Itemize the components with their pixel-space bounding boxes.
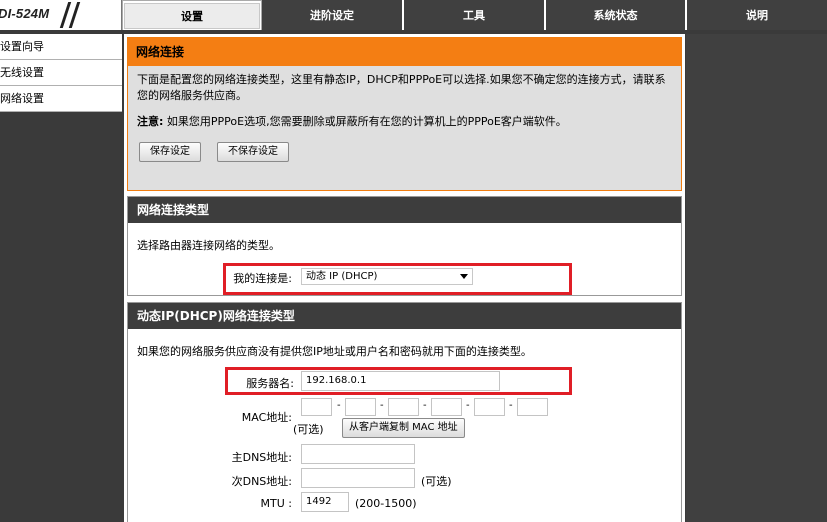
tab-help[interactable]: 说明	[687, 0, 827, 30]
dhcp-title: 动态IP(DHCP)网络连接类型	[128, 303, 681, 329]
save-settings-button[interactable]: 保存设定	[139, 142, 201, 162]
secondary-dns-optional: (可选)	[421, 475, 452, 488]
discard-settings-button[interactable]: 不保存设定	[217, 142, 289, 162]
mac-separator: -	[423, 400, 427, 411]
mtu-label: MTU :	[260, 497, 292, 510]
intro-note-prefix: 注意:	[137, 115, 164, 128]
network-connection-intro: 网络连接 下面是配置您的网络连接类型，这里有静态IP，DHCP和PPPoE可以选…	[127, 37, 682, 191]
mtu-range-hint: (200-1500)	[355, 497, 417, 510]
tab-status[interactable]: 系统状态	[546, 0, 687, 30]
tab-tools[interactable]: 工具	[404, 0, 546, 30]
intro-note: 注意: 如果您用PPPoE选项,您需要删除或屏蔽所有在您的计算机上的PPPoE客…	[128, 104, 681, 130]
secondary-dns-label: 次DNS地址:	[231, 475, 292, 488]
server-name-label: 服务器名:	[246, 377, 294, 390]
sidebar: 设置向导 无线设置 网络设置	[0, 34, 122, 112]
server-name-input[interactable]: 192.168.0.1	[301, 371, 500, 391]
router-admin-page: DI-524M 设置 进阶设定 工具 系统状态 说明 设置向导 无线设置 网络设…	[0, 0, 827, 522]
mac-octet-5[interactable]	[474, 398, 505, 416]
logo-text: DI-524M	[0, 6, 50, 21]
tab-help-label: 说明	[746, 9, 768, 22]
mac-separator: -	[466, 400, 470, 411]
intro-title: 网络连接	[128, 38, 681, 66]
connection-type-select[interactable]: 动态 IP (DHCP)	[301, 268, 473, 285]
mac-separator: -	[380, 400, 384, 411]
logo-slash-mark	[68, 2, 81, 28]
help-column	[686, 34, 827, 522]
tab-advanced-label: 进阶设定	[310, 9, 354, 22]
main-content: 网络连接 下面是配置您的网络连接类型，这里有静态IP，DHCP和PPPoE可以选…	[124, 34, 685, 522]
mac-separator: -	[509, 400, 513, 411]
top-nav-tabs: 设置 进阶设定 工具 系统状态 说明	[122, 0, 827, 30]
tab-setup[interactable]: 设置	[122, 0, 262, 30]
tab-status-label: 系统状态	[593, 9, 638, 22]
mac-octet-4[interactable]	[431, 398, 462, 416]
mac-octet-3[interactable]	[388, 398, 419, 416]
sidebar-item-wireless[interactable]: 无线设置	[0, 60, 122, 86]
tab-setup-label: 设置	[181, 9, 203, 23]
intro-note-text: 如果您用PPPoE选项,您需要删除或屏蔽所有在您的计算机上的PPPoE客户端软件…	[166, 115, 567, 128]
secondary-dns-input[interactable]	[301, 468, 415, 488]
mac-optional-hint: (可选)	[293, 423, 324, 436]
connection-type-selected: 动态 IP (DHCP)	[306, 271, 378, 282]
mac-separator: -	[337, 400, 341, 411]
brand-logo: DI-524M	[0, 0, 122, 30]
tab-setup-inner: 设置	[124, 2, 260, 29]
mtu-input[interactable]: 1492	[301, 492, 349, 512]
connection-type-title: 网络连接类型	[128, 197, 681, 223]
chevron-down-icon	[460, 274, 468, 279]
connection-type-label: 我的连接是:	[233, 272, 292, 285]
intro-description: 下面是配置您的网络连接类型，这里有静态IP，DHCP和PPPoE可以选择.如果您…	[137, 73, 666, 102]
dhcp-section: 动态IP(DHCP)网络连接类型 如果您的网络服务供应商没有提供您IP地址或用户…	[127, 302, 682, 522]
mac-address-label: MAC地址:	[241, 411, 292, 424]
tab-tools-label: 工具	[463, 9, 485, 22]
sidebar-item-wizard[interactable]: 设置向导	[0, 34, 122, 60]
primary-dns-label: 主DNS地址:	[231, 451, 292, 464]
mac-octet-6[interactable]	[517, 398, 548, 416]
connection-type-section: 网络连接类型 选择路由器连接网络的类型。 我的连接是: 动态 IP (DHCP)	[127, 196, 682, 296]
dhcp-desc: 如果您的网络服务供应商没有提供您IP地址或用户名和密码就用下面的连接类型。	[137, 345, 532, 358]
primary-dns-input[interactable]	[301, 444, 415, 464]
intro-buttons: 保存设定 不保存设定	[128, 130, 681, 162]
mac-octet-2[interactable]	[345, 398, 376, 416]
sidebar-item-network[interactable]: 网络设置	[0, 86, 122, 112]
mac-octet-1[interactable]	[301, 398, 332, 416]
connection-type-desc: 选择路由器连接网络的类型。	[137, 239, 280, 252]
tab-advanced[interactable]: 进阶设定	[262, 0, 404, 30]
clone-mac-button[interactable]: 从客户端复制 MAC 地址	[342, 418, 465, 438]
